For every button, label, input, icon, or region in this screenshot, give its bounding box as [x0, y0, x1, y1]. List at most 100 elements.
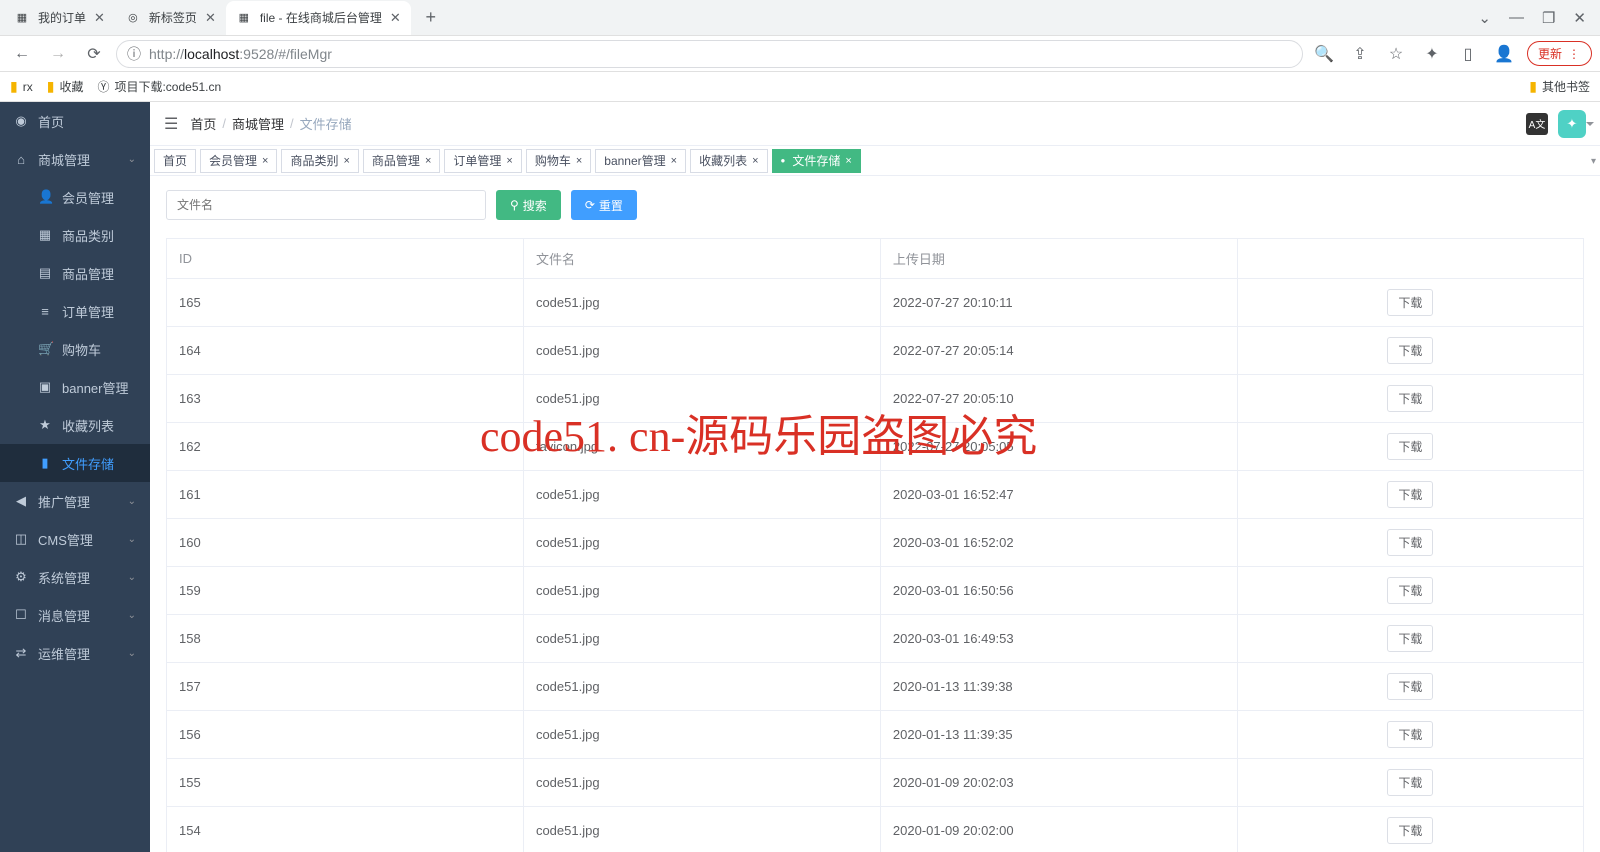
download-button[interactable]: 下载: [1387, 481, 1433, 508]
sidebar-item[interactable]: ≡订单管理: [0, 292, 150, 330]
folder-icon: ▮: [1529, 78, 1537, 95]
info-icon[interactable]: ⓘ: [127, 44, 141, 64]
close-icon[interactable]: ×: [671, 155, 677, 167]
minimize-icon[interactable]: —: [1509, 9, 1524, 26]
view-tag[interactable]: 会员管理×: [200, 149, 277, 173]
sidebar-item[interactable]: ◀推广管理⌄: [0, 482, 150, 520]
sidebar-item[interactable]: ☐消息管理⌄: [0, 596, 150, 634]
panel-icon[interactable]: ▯: [1455, 41, 1481, 67]
browser-tab-active[interactable]: ▦ file - 在线商城后台管理 ✕: [226, 1, 411, 35]
view-tag[interactable]: 商品类别×: [281, 149, 358, 173]
browser-tab[interactable]: ◎ 新标签页 ✕: [115, 1, 226, 35]
sidebar-item[interactable]: ⇄运维管理⌄: [0, 634, 150, 672]
update-button[interactable]: 更新 ⋮: [1527, 41, 1592, 66]
sidebar-item[interactable]: ◉首页: [0, 102, 150, 140]
download-button[interactable]: 下载: [1387, 337, 1433, 364]
sidebar-item[interactable]: 👤会员管理: [0, 178, 150, 216]
table-row: 162favicon.jpg2022-07-27 20:05:05下载: [167, 423, 1584, 471]
favicon-icon: ▦: [236, 10, 252, 26]
sidebar-item[interactable]: ▦商品类别: [0, 216, 150, 254]
close-icon[interactable]: ×: [343, 155, 349, 167]
sidebar-item[interactable]: ⚙系统管理⌄: [0, 558, 150, 596]
filename-input[interactable]: [166, 190, 486, 220]
download-button[interactable]: 下载: [1387, 673, 1433, 700]
cell-op: 下载: [1237, 279, 1583, 327]
file-table: ID 文件名 上传日期 165code51.jpg2022-07-27 20:1…: [166, 238, 1584, 852]
close-icon[interactable]: ×: [845, 155, 851, 167]
profile-icon[interactable]: 👤: [1491, 41, 1517, 67]
new-tab-button[interactable]: +: [417, 4, 445, 32]
star-icon: ★: [38, 417, 52, 433]
close-icon[interactable]: ×: [262, 155, 268, 167]
sidebar-item[interactable]: ▮文件存储: [0, 444, 150, 482]
breadcrumb-current: 文件存储: [300, 114, 352, 133]
view-tag[interactable]: 首页: [154, 149, 196, 173]
sidebar-item[interactable]: ▣banner管理: [0, 368, 150, 406]
tag-scroll-icon[interactable]: ▾: [1591, 156, 1596, 167]
search-icon[interactable]: 🔍: [1311, 41, 1337, 67]
back-button[interactable]: ←: [8, 40, 36, 68]
sidebar-item[interactable]: 🛒购物车: [0, 330, 150, 368]
table-row: 165code51.jpg2022-07-27 20:10:11下载: [167, 279, 1584, 327]
close-icon[interactable]: ×: [425, 155, 431, 167]
view-tag[interactable]: 商品管理×: [363, 149, 440, 173]
download-button[interactable]: 下载: [1387, 721, 1433, 748]
close-icon[interactable]: ✕: [205, 10, 216, 26]
chevron-down-icon[interactable]: ⌄: [1478, 9, 1491, 27]
view-tag[interactable]: banner管理×: [595, 149, 686, 173]
view-tag[interactable]: 收藏列表×: [690, 149, 767, 173]
close-icon[interactable]: ×: [752, 155, 758, 167]
view-tag[interactable]: 文件存储 ×: [772, 149, 861, 173]
close-icon[interactable]: ×: [576, 155, 582, 167]
bookmark-item[interactable]: Ⓨ项目下载:code51.cn: [97, 78, 221, 95]
download-button[interactable]: 下载: [1387, 289, 1433, 316]
hamburger-icon[interactable]: ☰: [164, 114, 178, 134]
sidebar-item[interactable]: ▤商品管理: [0, 254, 150, 292]
browser-tab[interactable]: ▦ 我的订单 ✕: [4, 1, 115, 35]
tag-label: 文件存储: [792, 152, 840, 169]
sidebar-item[interactable]: ★收藏列表: [0, 406, 150, 444]
close-icon[interactable]: ✕: [390, 10, 401, 26]
download-button[interactable]: 下载: [1387, 577, 1433, 604]
tag-view: 首页会员管理×商品类别×商品管理×订单管理×购物车×banner管理×收藏列表×…: [150, 146, 1600, 176]
close-window-icon[interactable]: ✕: [1573, 9, 1586, 27]
ops-icon: ⇄: [14, 645, 28, 661]
star-icon[interactable]: ☆: [1383, 41, 1409, 67]
bookmark-item[interactable]: ▮rx: [10, 78, 33, 95]
view-tag[interactable]: 订单管理×: [444, 149, 521, 173]
cell-id: 156: [167, 711, 524, 759]
sidebar-label: 系统管理: [38, 568, 90, 587]
extension-icon[interactable]: ✦: [1419, 41, 1445, 67]
download-button[interactable]: 下载: [1387, 529, 1433, 556]
breadcrumb-mall[interactable]: 商城管理: [232, 114, 284, 133]
sidebar-label: 运维管理: [38, 644, 90, 663]
cell-id: 161: [167, 471, 524, 519]
reset-button[interactable]: ⟳重置: [571, 190, 637, 220]
bookmark-item[interactable]: ▮收藏: [47, 78, 84, 95]
sidebar-item[interactable]: ◫CMS管理⌄: [0, 520, 150, 558]
cell-id: 158: [167, 615, 524, 663]
view-tag[interactable]: 购物车×: [526, 149, 591, 173]
close-icon[interactable]: ✕: [94, 10, 105, 26]
breadcrumb-home[interactable]: 首页: [190, 114, 216, 133]
maximize-icon[interactable]: ❐: [1542, 9, 1555, 27]
sidebar-item[interactable]: ⌂商城管理⌄: [0, 140, 150, 178]
share-icon[interactable]: ⇪: [1347, 41, 1373, 67]
sidebar-label: 文件存储: [62, 454, 114, 473]
download-button[interactable]: 下载: [1387, 433, 1433, 460]
cell-date: 2022-07-27 20:10:11: [880, 279, 1237, 327]
chevron-down-icon: ⌄: [128, 610, 136, 621]
search-button[interactable]: ⚲搜索: [496, 190, 561, 220]
close-icon[interactable]: ×: [506, 155, 512, 167]
download-button[interactable]: 下载: [1387, 817, 1433, 844]
reload-button[interactable]: ⟳: [80, 40, 108, 68]
download-button[interactable]: 下载: [1387, 385, 1433, 412]
avatar[interactable]: ✦: [1558, 110, 1586, 138]
download-button[interactable]: 下载: [1387, 769, 1433, 796]
other-bookmarks[interactable]: ▮其他书签: [1529, 78, 1590, 95]
address-bar[interactable]: ⓘ http://localhost:9528/#/fileMgr: [116, 40, 1303, 68]
language-icon[interactable]: A文: [1526, 113, 1548, 135]
sidebar-label: 商城管理: [38, 150, 90, 169]
download-button[interactable]: 下载: [1387, 625, 1433, 652]
forward-button[interactable]: →: [44, 40, 72, 68]
